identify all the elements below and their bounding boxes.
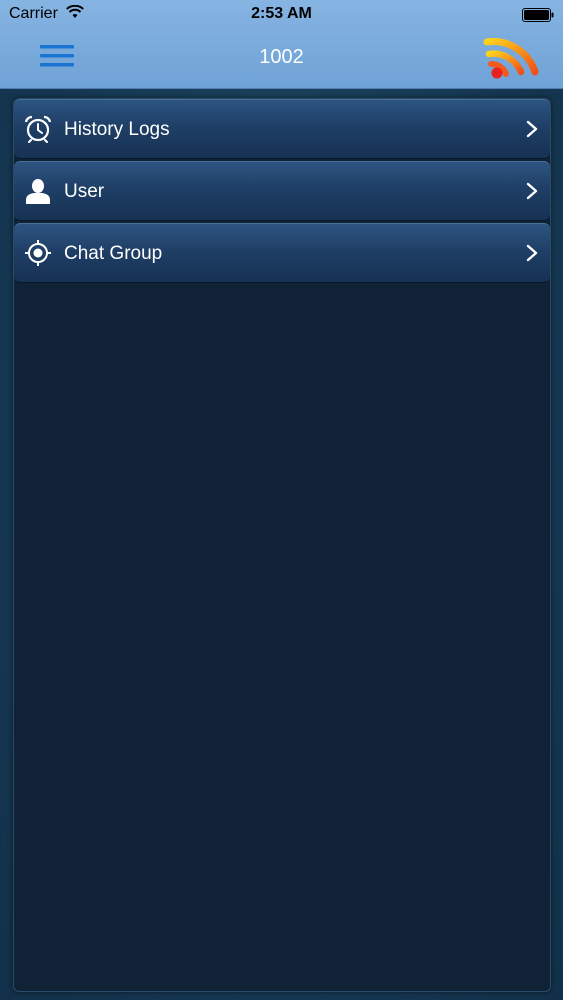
- menu-item-history-logs[interactable]: History Logs: [14, 99, 550, 159]
- menu-panel: History Logs User Chat Group: [13, 98, 551, 992]
- navigation-bar: 1002: [0, 30, 563, 88]
- menu-item-label: User: [64, 181, 105, 202]
- menu-item-chat-group[interactable]: Chat Group: [14, 223, 550, 283]
- status-time: 2:53 AM: [251, 5, 312, 22]
- chevron-right-icon: [526, 244, 538, 262]
- target-icon: [25, 240, 51, 266]
- user-icon: [26, 179, 50, 204]
- battery-icon: [522, 8, 554, 22]
- chevron-right-icon: [526, 120, 538, 138]
- menu-item-user[interactable]: User: [14, 161, 550, 221]
- page-title: 1002: [259, 46, 304, 68]
- chevron-right-icon: [526, 182, 538, 200]
- alarm-clock-icon: [24, 115, 52, 143]
- menu-item-label: Chat Group: [64, 243, 163, 264]
- rss-feed-icon[interactable]: [481, 32, 539, 80]
- status-bar: Carrier 2:53 AM: [0, 0, 563, 30]
- menu-item-label: History Logs: [64, 119, 170, 140]
- top-bar: Carrier 2:53 AM 1002: [0, 0, 563, 89]
